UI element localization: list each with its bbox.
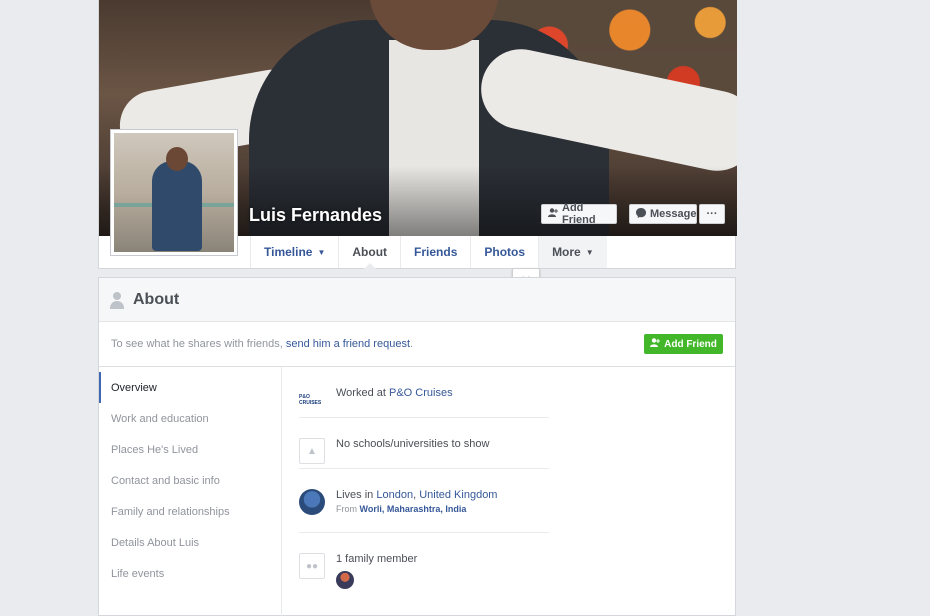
more-options-button[interactable]: ··· — [699, 204, 725, 224]
tab-photos[interactable]: Photos — [470, 236, 538, 268]
profile-tabs: Timeline ▼ About Friends Photos More ▼ — [250, 236, 607, 269]
profile-picture[interactable] — [110, 129, 238, 256]
nav-item-life-events[interactable]: Life events — [99, 558, 281, 589]
po-cruises-logo[interactable]: P&O CRUISES — [299, 387, 325, 413]
family-member-avatar[interactable] — [336, 571, 354, 589]
about-section: About To see what he shares with friends… — [98, 277, 736, 616]
person-plus-icon — [548, 208, 558, 220]
caret-down-icon: ▼ — [317, 247, 326, 257]
message-button[interactable]: Message — [629, 204, 697, 224]
overview-content: P&O CRUISES Worked at P&O Cruises ▲ No s… — [299, 367, 549, 607]
tab-timeline[interactable]: Timeline ▼ — [250, 236, 338, 268]
person-icon — [109, 291, 125, 309]
add-friend-button[interactable]: Add Friend — [541, 202, 617, 226]
london-place-icon[interactable] — [299, 489, 325, 515]
about-header: About — [99, 278, 735, 322]
work-row: P&O CRUISES Worked at P&O Cruises — [299, 367, 549, 418]
about-title: About — [133, 290, 180, 308]
about-nav: Overview Work and education Places He's … — [99, 367, 282, 616]
friend-request-notice: To see what he shares with friends, send… — [99, 322, 735, 367]
residence-row: Lives in London, United Kingdom From Wor… — [299, 469, 549, 533]
nav-item-places-lived[interactable]: Places He's Lived — [99, 434, 281, 465]
tab-more[interactable]: More ▼ — [538, 236, 607, 268]
person-plus-icon — [650, 338, 661, 350]
nav-item-family-relationships[interactable]: Family and relationships — [99, 496, 281, 527]
messenger-icon — [636, 207, 646, 221]
people-icon: ●● — [299, 553, 325, 579]
tab-about[interactable]: About — [338, 236, 400, 269]
graduation-cap-icon: ▲ — [299, 438, 325, 464]
country-link[interactable]: United Kingdom — [419, 489, 497, 501]
add-friend-green-button[interactable]: Add Friend — [644, 334, 723, 354]
education-row: ▲ No schools/universities to show — [299, 418, 549, 469]
about-body: Overview Work and education Places He's … — [99, 367, 735, 616]
family-row: ●● 1 family member — [299, 533, 549, 607]
city-link[interactable]: London — [376, 489, 413, 501]
send-friend-request-link[interactable]: send him a friend request — [286, 338, 410, 350]
nav-item-contact-info[interactable]: Contact and basic info — [99, 465, 281, 496]
profile-header: Luis Fernandes Add Friend Message ··· Ti… — [98, 0, 737, 269]
nav-item-details[interactable]: Details About Luis — [99, 527, 281, 558]
profile-name[interactable]: Luis Fernandes — [249, 205, 382, 226]
work-link[interactable]: P&O Cruises — [389, 387, 453, 399]
caret-down-icon: ▼ — [585, 247, 594, 257]
nav-item-overview[interactable]: Overview — [99, 372, 281, 403]
hometown-link[interactable]: Worli, Maharashtra, India — [360, 504, 467, 514]
tab-friends[interactable]: Friends — [400, 236, 470, 268]
nav-item-work-education[interactable]: Work and education — [99, 403, 281, 434]
